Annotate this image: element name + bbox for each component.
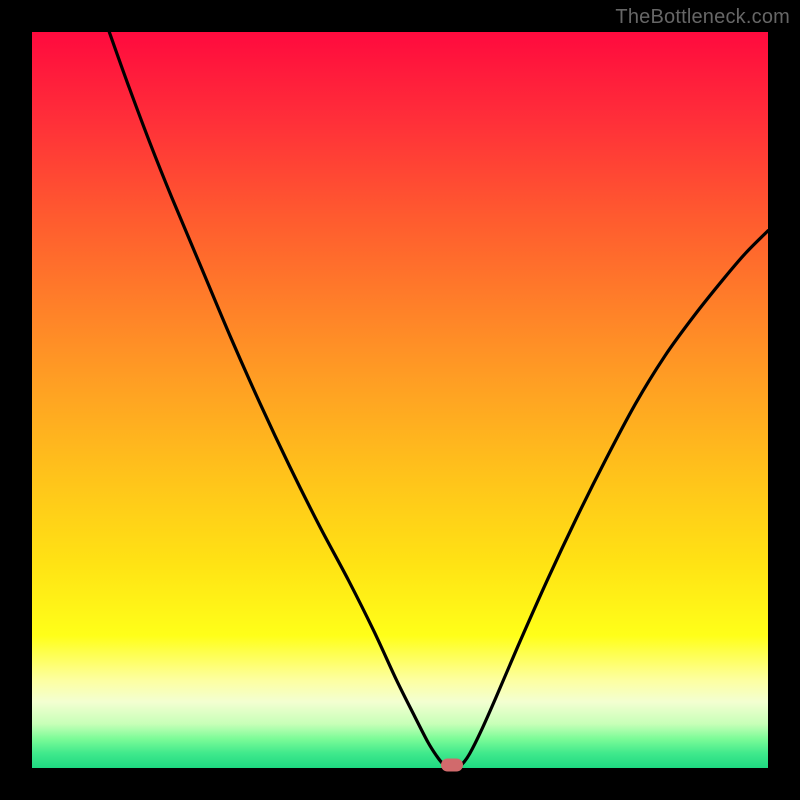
chart-frame: TheBottleneck.com xyxy=(0,0,800,800)
bottleneck-curve xyxy=(32,32,768,768)
plot-area xyxy=(32,32,768,768)
minimum-marker xyxy=(441,759,463,772)
attribution-text: TheBottleneck.com xyxy=(615,6,790,29)
